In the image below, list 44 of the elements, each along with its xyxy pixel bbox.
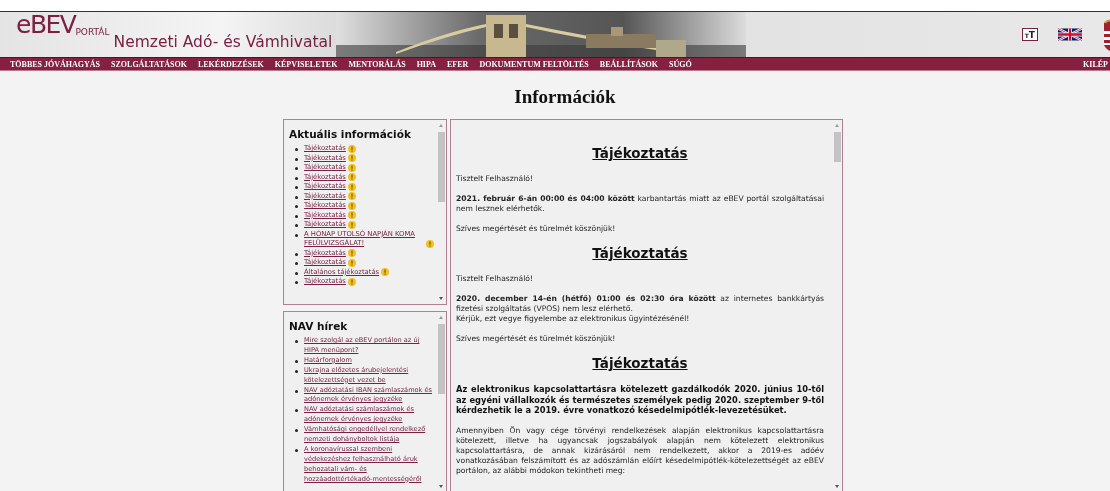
bullet-icon — [295, 389, 298, 393]
nav-menu-item[interactable]: DOKUMENTUM FELTÖLTÉS — [479, 59, 589, 69]
bullet-icon — [295, 224, 298, 227]
notice-paragraph: Az elektronikus kapcsolattartásra kötelezett gazdálkodók 2020. június 10-től az egyéni vállalkozók és természetes személyek pedig 2020. szeptember 9-től kérdezhetik le a 2019. évre vonatkozó késedelmipótlék-levezetésüket. — [456, 384, 824, 417]
notice-heading: Tájékoztatás — [591, 355, 689, 371]
panel-title: Aktuális információk — [289, 128, 412, 140]
panel-title: NAV hírek — [289, 320, 349, 332]
bullet-icon — [295, 369, 298, 373]
nav-menu-item[interactable]: HIPA — [416, 59, 437, 69]
nav-menu-item[interactable]: TÖBBES JÓVÁHAGYÁS — [10, 59, 101, 69]
nav-menu-item[interactable]: LEKÉRDEZÉSEK — [197, 59, 264, 69]
bullet-icon — [295, 195, 298, 199]
bullet-icon — [295, 186, 298, 189]
bullet-icon — [295, 148, 298, 151]
bullet-icon — [295, 429, 298, 433]
nav-menu-item[interactable]: MENTORÁLÁS — [348, 59, 406, 69]
bullet-icon — [295, 359, 298, 363]
page-title: Információk — [513, 85, 617, 109]
font-size-button[interactable]: TT — [1021, 28, 1038, 41]
nav-menu-item[interactable]: EFER — [447, 59, 469, 69]
bullet-icon — [295, 214, 298, 218]
notice-heading: Tájékoztatás — [591, 145, 689, 161]
bullet-icon — [295, 157, 298, 161]
nav-menu-item[interactable]: BEÁLLÍTÁSOK — [599, 59, 659, 69]
bullet-icon — [295, 252, 298, 256]
bullet-icon — [295, 176, 298, 180]
uk-flag-icon[interactable] — [1058, 28, 1082, 41]
logo-text: eBEV — [16, 12, 76, 37]
nav-menu-item[interactable]: SZOLGÁLTATÁSOK — [111, 59, 187, 69]
bullet-icon — [295, 271, 298, 275]
nav-menu-item[interactable]: SÚGÓ — [669, 59, 692, 69]
logo-suffix: PORTÁL — [75, 27, 110, 37]
bullet-icon — [295, 262, 298, 265]
notice-heading: Tájékoztatás — [591, 245, 689, 261]
bullet-icon — [295, 167, 298, 170]
logout-link[interactable]: KILÉP — [1083, 59, 1110, 69]
bullet-icon — [295, 205, 298, 208]
agency-name: Nemzeti Adó- és Vámhivatal — [113, 33, 333, 51]
bullet-icon — [295, 409, 298, 413]
bullet-icon — [295, 340, 298, 343]
bullet-icon — [295, 281, 298, 284]
nav-menu-item[interactable]: KÉPVISELETEK — [274, 59, 338, 69]
bullet-icon — [295, 448, 298, 452]
bullet-icon — [295, 233, 298, 237]
